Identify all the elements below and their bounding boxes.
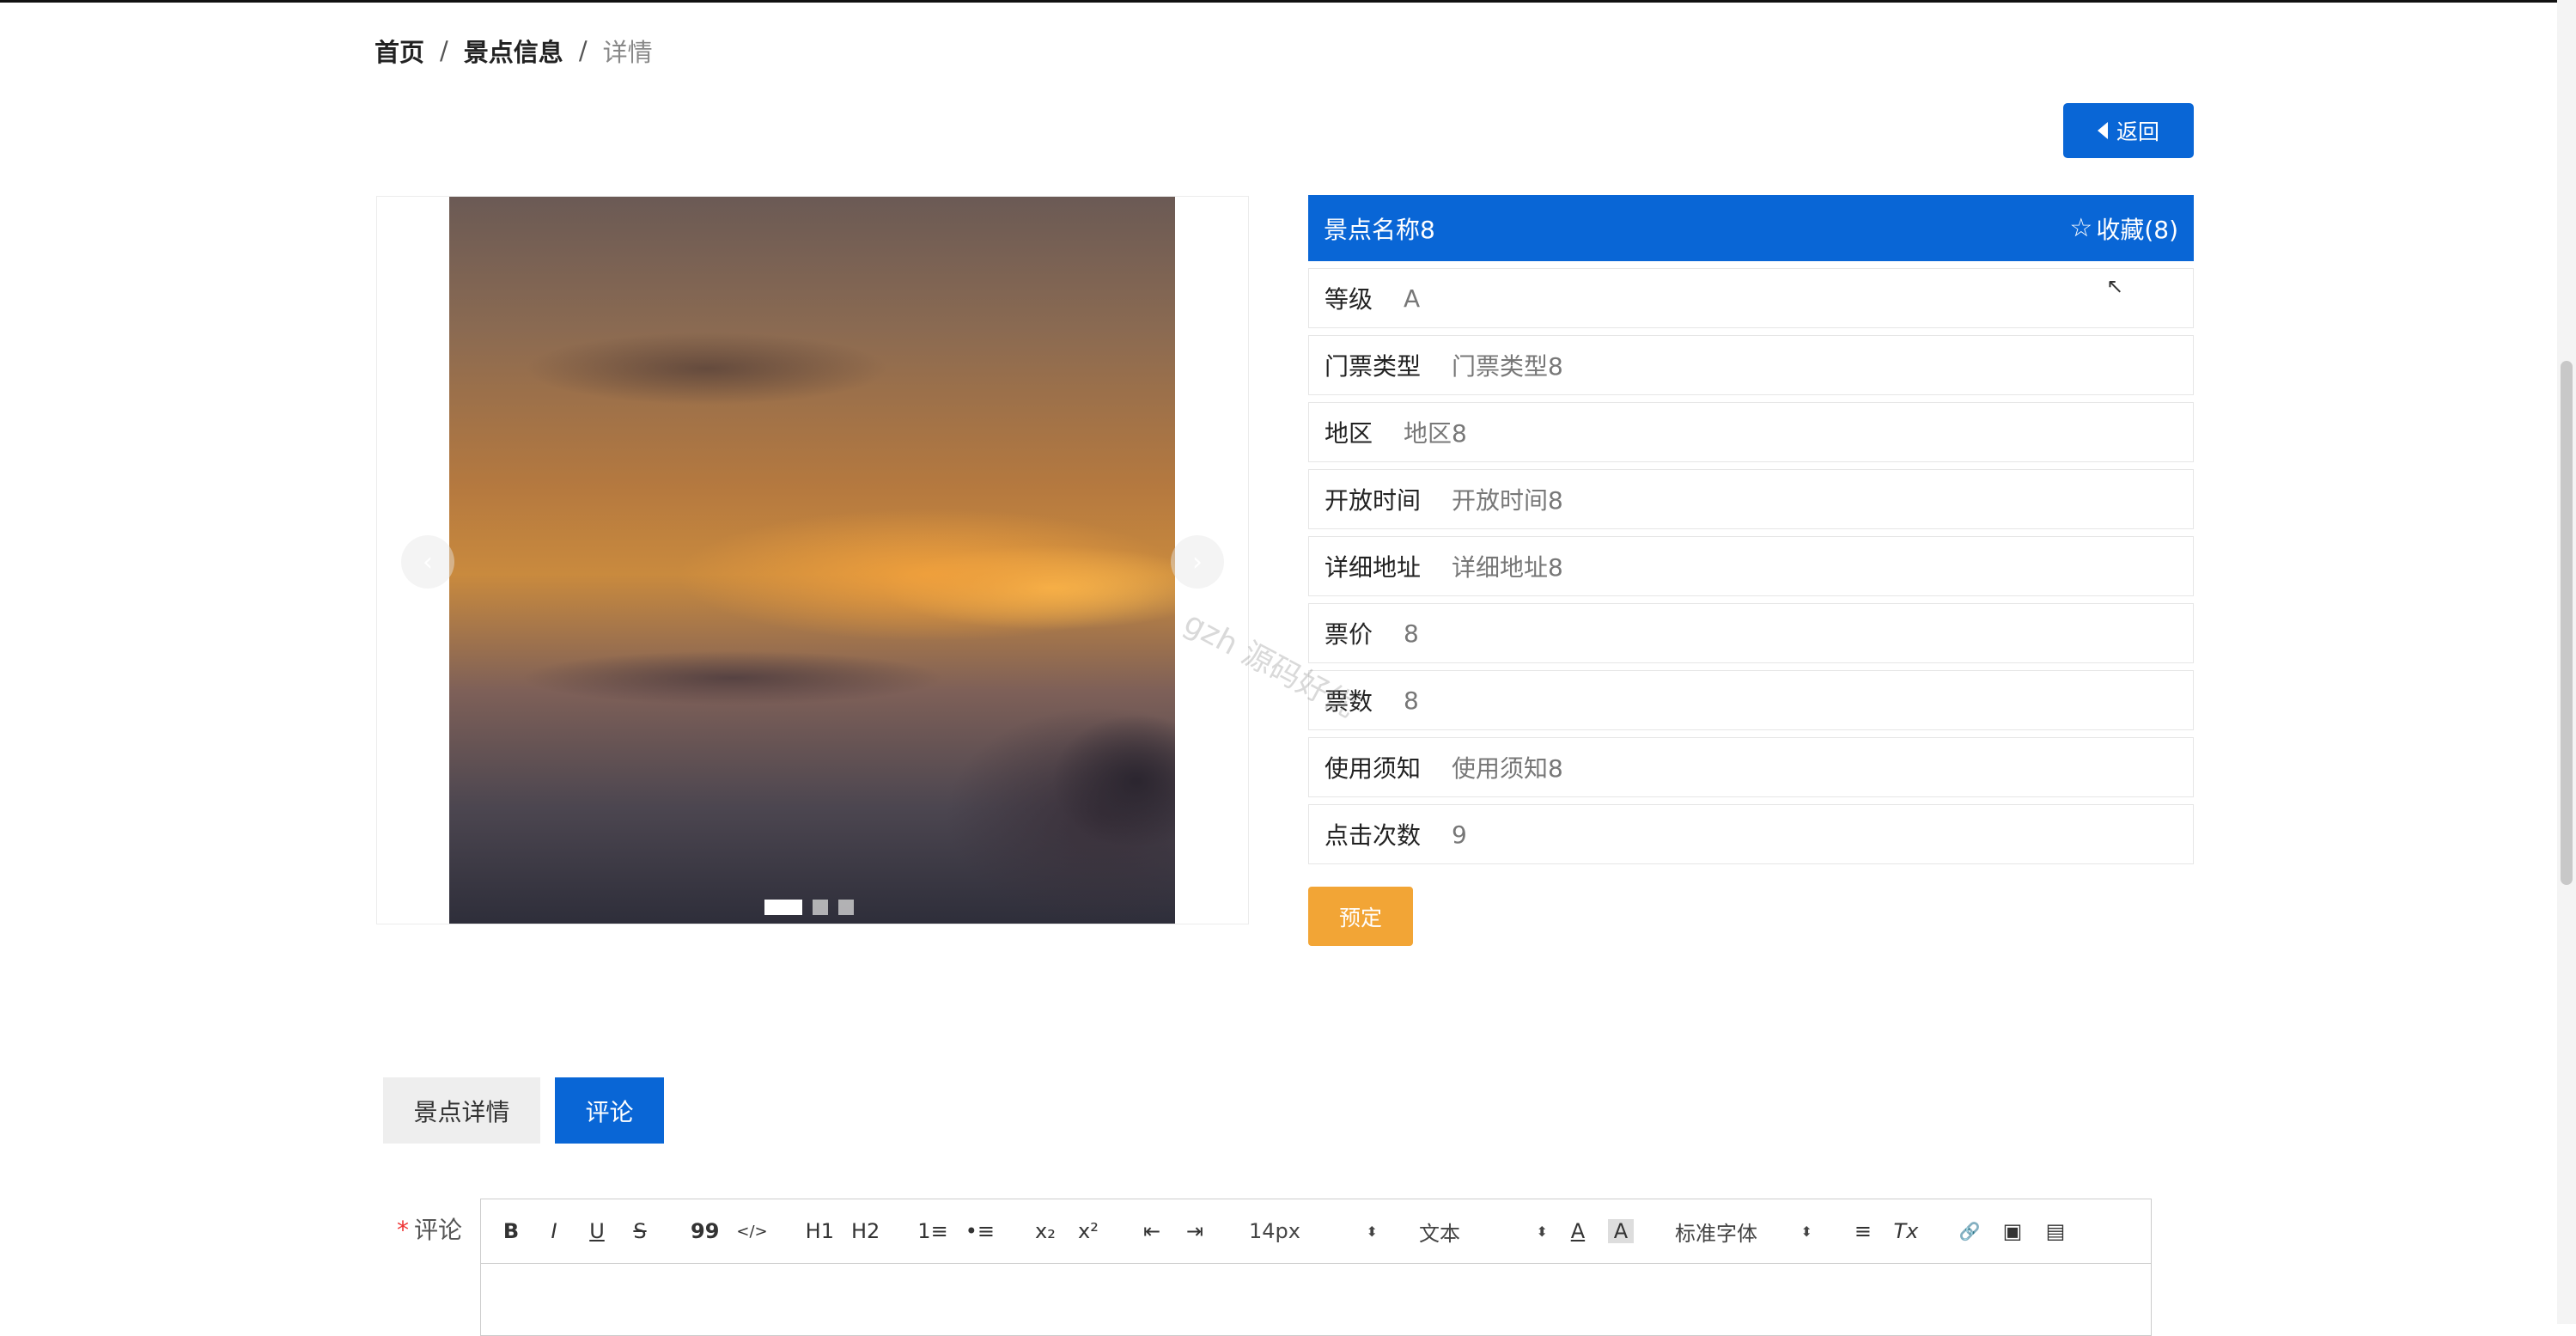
info-row-notice: 使用须知 使用须知8 [1308, 737, 2194, 797]
heading-2-button[interactable]: H2 [851, 1219, 880, 1243]
info-label: 点击次数 [1325, 821, 1422, 850]
breadcrumb-separator: / [578, 36, 588, 65]
tab-spot-detail[interactable]: 景点详情 [383, 1077, 540, 1144]
info-value: 详细地址8 [1452, 553, 1563, 582]
info-row-ticket-count: 票数 8 [1308, 670, 2194, 730]
carousel-dot-2[interactable] [813, 900, 828, 915]
caret-left-icon [2097, 122, 2108, 139]
text-type-select[interactable]: 文本 ⬍ [1419, 1217, 1548, 1247]
image-carousel[interactable]: ‹ › [376, 196, 1249, 924]
info-label: 票价 [1325, 620, 1373, 649]
breadcrumb-current: 详情 [602, 38, 653, 67]
info-label: 等级 [1325, 285, 1373, 314]
detail-tabs: 景点详情 评论 [383, 1077, 664, 1144]
image-button[interactable]: ▣ [2000, 1219, 2025, 1243]
strikethrough-button[interactable]: S [627, 1219, 653, 1243]
carousel-next-button[interactable]: › [1171, 535, 1224, 589]
heading-1-button[interactable]: H1 [806, 1219, 834, 1243]
clear-format-button[interactable]: Tx [1893, 1219, 1919, 1243]
info-label: 门票类型 [1325, 352, 1422, 381]
info-value: 8 [1404, 686, 1419, 715]
breadcrumb-separator: / [440, 36, 448, 65]
top-border [0, 0, 2576, 3]
breadcrumb: 首页 / 景点信息 / 详情 [375, 33, 653, 69]
back-button[interactable]: 返回 [2063, 103, 2194, 158]
font-size-select[interactable]: 14px ⬍ [1249, 1219, 1378, 1243]
video-button[interactable]: ▤ [2043, 1219, 2068, 1243]
background-color-button[interactable]: A [1607, 1219, 1634, 1243]
code-block-button[interactable]: </> [736, 1223, 767, 1241]
mouse-cursor-icon: ↖ [2106, 274, 2124, 298]
info-row-open-time: 开放时间 开放时间8 [1308, 469, 2194, 529]
comment-label-text: 评论 [414, 1216, 463, 1244]
carousel-indicators [764, 900, 854, 915]
carousel-prev-button[interactable]: ‹ [401, 535, 454, 589]
scrollbar[interactable] [2557, 0, 2576, 1324]
info-label: 开放时间 [1325, 486, 1422, 515]
editor-toolbar: B I U S 99 </> H1 H2 1≡ •≡ x₂ x² ⇤ ⇥ 14p… [481, 1199, 2151, 1264]
info-row-ticket-type: 门票类型 门票类型8 [1308, 335, 2194, 395]
text-type-value: 文本 [1418, 1221, 1460, 1246]
select-arrows-icon: ⬍ [1366, 1223, 1378, 1240]
indent-button[interactable]: ⇥ [1182, 1219, 1208, 1243]
carousel-dot-1[interactable] [764, 900, 802, 915]
italic-button[interactable]: I [541, 1219, 567, 1243]
spot-photo [449, 197, 1175, 924]
spot-name: 景点名称8 [1324, 215, 1435, 244]
info-row-price: 票价 8 [1308, 603, 2194, 663]
font-family-select[interactable]: 标准字体 ⬍ [1675, 1217, 1812, 1247]
carousel-dot-3[interactable] [838, 900, 854, 915]
info-row-click-count: 点击次数 9 [1308, 804, 2194, 864]
bold-button[interactable]: B [498, 1219, 524, 1243]
bullet-list-button[interactable]: •≡ [965, 1219, 995, 1243]
favorite-label: 收藏(8) [2096, 215, 2178, 244]
book-button[interactable]: 预定 [1308, 887, 1413, 946]
font-size-value: 14px [1248, 1219, 1300, 1243]
info-value: 门票类型8 [1452, 352, 1563, 381]
select-arrows-icon: ⬍ [1800, 1223, 1812, 1240]
info-value: 9 [1452, 820, 1467, 849]
star-outline-icon: ☆ [2069, 213, 2093, 243]
info-value: 8 [1404, 619, 1419, 648]
ordered-list-button[interactable]: 1≡ [917, 1219, 947, 1243]
favorite-button[interactable]: ☆ 收藏(8) [2069, 211, 2178, 246]
comment-editor[interactable]: B I U S 99 </> H1 H2 1≡ •≡ x₂ x² ⇤ ⇥ 14p… [480, 1199, 2152, 1336]
text-color-button[interactable]: A [1565, 1219, 1591, 1243]
select-arrows-icon: ⬍ [1536, 1223, 1548, 1240]
comment-field-label: * 评论 [397, 1211, 462, 1246]
info-label: 使用须知 [1325, 754, 1422, 783]
underline-button[interactable]: U [584, 1219, 610, 1243]
spot-title-bar: 景点名称8 ☆ 收藏(8) [1308, 195, 2194, 261]
subscript-button[interactable]: x₂ [1032, 1219, 1058, 1243]
spot-info-panel: 景点名称8 ☆ 收藏(8) 等级 A 门票类型 门票类型8 地区 地区8 开放时间 开放… [1308, 195, 2194, 864]
breadcrumb-home[interactable]: 首页 [375, 33, 424, 69]
outdent-button[interactable]: ⇤ [1139, 1219, 1165, 1243]
info-value: 开放时间8 [1452, 486, 1563, 515]
blockquote-button[interactable]: 99 [691, 1219, 719, 1243]
superscript-button[interactable]: x² [1075, 1219, 1101, 1243]
editor-content-area[interactable] [481, 1264, 2151, 1333]
info-label: 详细地址 [1325, 553, 1422, 582]
info-value: A [1404, 284, 1421, 313]
align-button[interactable]: ≡ [1850, 1219, 1876, 1243]
tab-comment[interactable]: 评论 [555, 1077, 664, 1144]
breadcrumb-spot-list[interactable]: 景点信息 [464, 33, 563, 69]
info-row-region: 地区 地区8 [1308, 402, 2194, 462]
required-mark: * [397, 1216, 409, 1244]
info-value: 地区8 [1404, 419, 1467, 448]
info-row-level: 等级 A [1308, 268, 2194, 328]
scrollbar-thumb[interactable] [2561, 361, 2573, 885]
info-row-address: 详细地址 详细地址8 [1308, 536, 2194, 596]
info-label: 地区 [1325, 419, 1373, 448]
link-button[interactable]: 🔗 [1957, 1221, 1982, 1241]
back-button-label: 返回 [2116, 119, 2159, 144]
font-family-value: 标准字体 [1674, 1221, 1757, 1246]
info-value: 使用须知8 [1452, 754, 1563, 783]
